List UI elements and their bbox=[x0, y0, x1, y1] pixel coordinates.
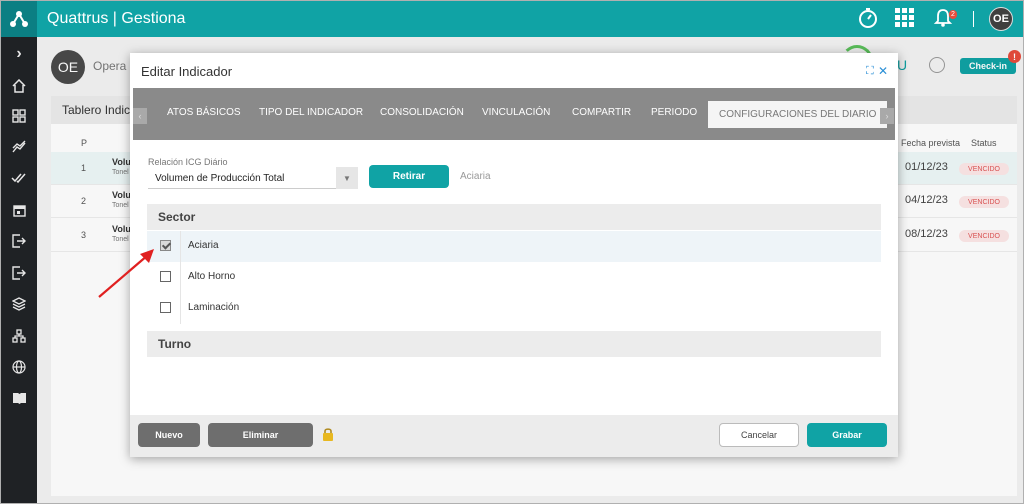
nuevo-button[interactable]: Nuevo bbox=[138, 423, 200, 447]
book-icon[interactable] bbox=[1, 387, 37, 409]
top-separator bbox=[973, 11, 974, 27]
eliminar-button[interactable]: Eliminar bbox=[208, 423, 313, 447]
close-icon[interactable]: ✕ bbox=[878, 64, 888, 78]
logo-icon[interactable] bbox=[1, 1, 37, 37]
relacion-value: Volumen de Producción Total bbox=[155, 173, 285, 184]
double-check-icon[interactable] bbox=[1, 167, 37, 189]
row-divider bbox=[180, 293, 181, 324]
row-divider bbox=[180, 231, 181, 262]
annotation-arrow bbox=[98, 249, 154, 298]
retirar-button[interactable]: Retirar bbox=[369, 165, 449, 188]
linked-sector-label: Aciaria bbox=[460, 171, 491, 182]
sector-checkbox[interactable] bbox=[160, 240, 171, 251]
stopwatch-icon[interactable] bbox=[857, 7, 879, 34]
sidebar: › bbox=[1, 37, 37, 503]
list-item[interactable]: Laminación bbox=[147, 293, 881, 324]
tab-bar: ‹ ATOS BÁSICOS TIPO DEL INDICADOR CONSOL… bbox=[133, 88, 895, 140]
cancelar-button[interactable]: Cancelar bbox=[719, 423, 799, 447]
dashboard-icon[interactable] bbox=[1, 105, 37, 127]
lock-icon bbox=[322, 427, 334, 441]
modal-title: Editar Indicador bbox=[141, 64, 233, 79]
notification-badge: 2 bbox=[949, 10, 957, 19]
turno-header[interactable]: Turno bbox=[147, 331, 881, 357]
sector-name: Laminación bbox=[188, 302, 240, 313]
tab-consolidacion[interactable]: CONSOLIDACIÓN bbox=[380, 107, 464, 118]
turno-title: Turno bbox=[158, 337, 192, 351]
relacion-label: Relación ICG Diário bbox=[148, 157, 228, 167]
layers-icon[interactable] bbox=[1, 293, 37, 315]
relacion-select[interactable]: Volumen de Producción Total ▼ bbox=[148, 167, 358, 189]
org-chart-icon[interactable] bbox=[1, 325, 37, 347]
user-avatar[interactable]: OE bbox=[989, 7, 1013, 31]
app-title: Quattrus | Gestiona bbox=[47, 10, 186, 27]
expand-chevron-icon[interactable]: › bbox=[1, 43, 37, 65]
tab-scroll-right-icon[interactable]: › bbox=[880, 108, 894, 124]
app-window: Quattrus | Gestiona 2 OE › OE Opera E U … bbox=[0, 0, 1024, 504]
edit-indicator-modal: Editar Indicador ⛶ ✕ ‹ ATOS BÁSICOS TIPO… bbox=[130, 53, 898, 457]
modal-footer: Nuevo Eliminar Cancelar Grabar bbox=[130, 415, 898, 457]
tab-tipo-indicador[interactable]: TIPO DEL INDICADOR bbox=[259, 107, 363, 118]
tab-configuraciones-diario[interactable]: CONFIGURACIONES DEL DIARIO bbox=[708, 101, 888, 128]
tab-vinculacion[interactable]: VINCULACIÓN bbox=[482, 107, 550, 118]
list-item[interactable]: Alto Horno bbox=[147, 262, 881, 293]
row-divider bbox=[180, 262, 181, 293]
chevron-down-icon[interactable]: ▼ bbox=[336, 167, 358, 189]
sector-header[interactable]: Sector bbox=[147, 204, 881, 230]
sector-name: Aciaria bbox=[188, 240, 219, 251]
logout-icon[interactable] bbox=[1, 230, 37, 252]
home-icon[interactable] bbox=[1, 75, 37, 97]
list-item[interactable]: Aciaria bbox=[147, 231, 881, 262]
apps-grid-icon[interactable] bbox=[895, 8, 915, 33]
sector-title: Sector bbox=[158, 210, 196, 224]
tab-compartir[interactable]: COMPARTIR bbox=[572, 107, 631, 118]
maximize-icon[interactable]: ⛶ bbox=[866, 65, 874, 78]
sector-name: Alto Horno bbox=[188, 271, 236, 282]
tab-periodo[interactable]: PERIODO bbox=[651, 107, 697, 118]
calendar-icon[interactable] bbox=[1, 199, 37, 221]
globe-icon[interactable] bbox=[1, 356, 37, 378]
trend-icon[interactable] bbox=[1, 136, 37, 158]
top-bar: Quattrus | Gestiona 2 OE bbox=[1, 1, 1023, 37]
sector-checkbox[interactable] bbox=[160, 302, 171, 313]
grabar-button[interactable]: Grabar bbox=[807, 423, 887, 447]
sector-checkbox[interactable] bbox=[160, 271, 171, 282]
export-icon[interactable] bbox=[1, 262, 37, 284]
tab-datos-basicos[interactable]: ATOS BÁSICOS bbox=[167, 107, 241, 118]
tab-scroll-left-icon[interactable]: ‹ bbox=[133, 108, 147, 124]
sector-list: Aciaria Alto Horno Laminación bbox=[147, 231, 881, 325]
